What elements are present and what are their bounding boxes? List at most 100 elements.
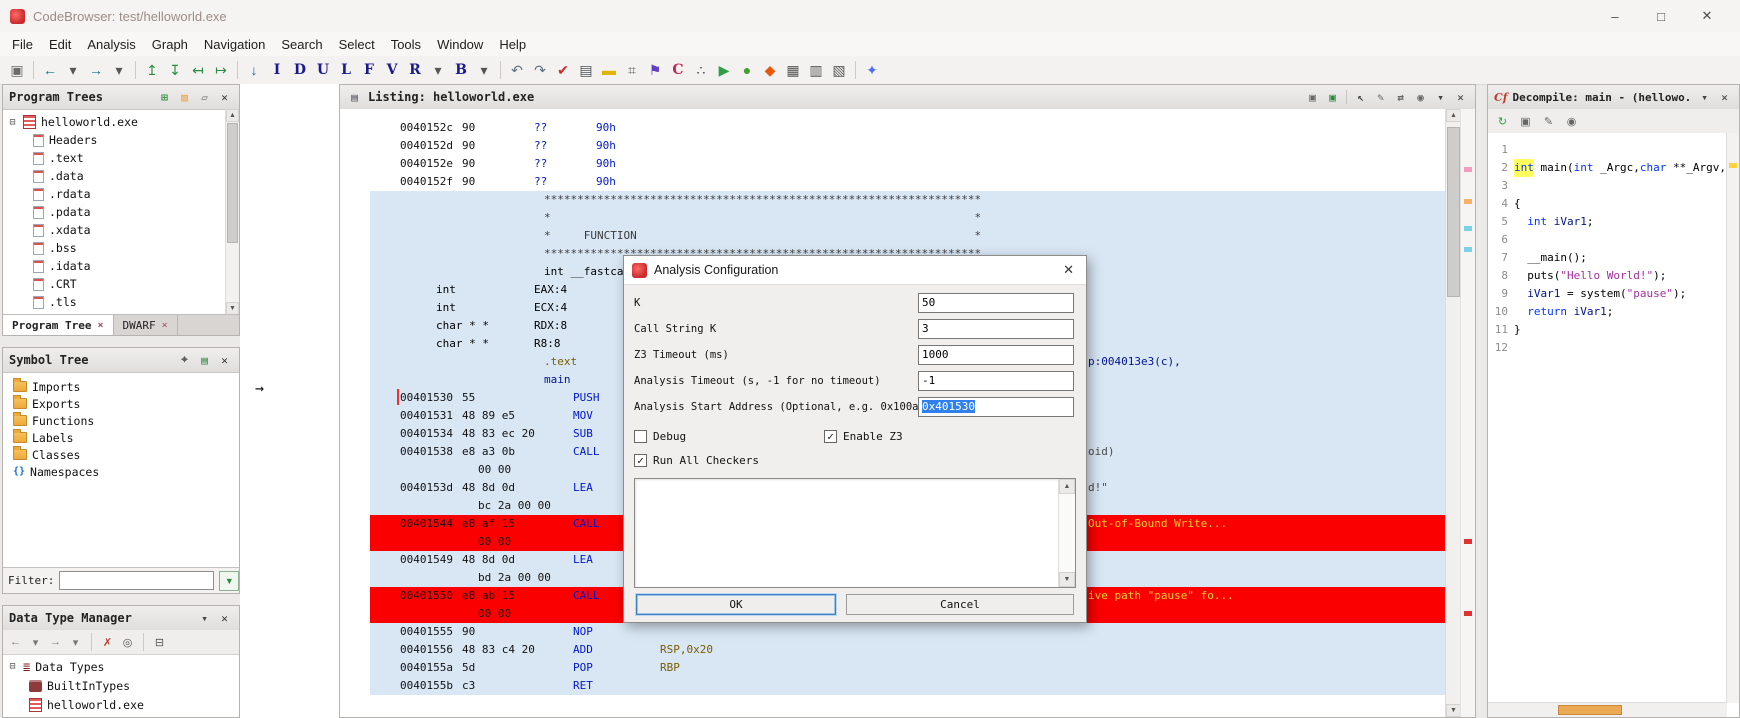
letter-U-icon[interactable]: U	[312, 59, 334, 81]
checkbox-icon[interactable]: ✓	[824, 429, 837, 443]
code-line[interactable]: 5 int iVar1;	[1488, 213, 1727, 231]
menu-help[interactable]: Help	[491, 34, 534, 55]
dtm-item-clipped[interactable]	[3, 714, 239, 717]
scroll-thumb[interactable]	[1558, 705, 1622, 715]
clear-code-icon[interactable]: C	[667, 59, 689, 81]
letter-D-icon[interactable]: D	[289, 59, 311, 81]
symbol-tree-item-imports[interactable]: Imports	[3, 378, 239, 395]
symbol-tree-item-namespaces[interactable]: {} Namespaces	[3, 463, 239, 480]
dtm-item-helloworld-exe[interactable]: helloworld.exe	[3, 695, 239, 714]
close-icon[interactable]: ✕	[216, 352, 233, 369]
header-menu-icon[interactable]: ▾	[196, 610, 213, 627]
scroll-down-icon[interactable]: ▼	[1446, 704, 1461, 717]
emulator-icon[interactable]: ●	[736, 59, 758, 81]
checkbox-icon[interactable]: ✓	[634, 453, 647, 467]
code-line[interactable]: 1	[1488, 141, 1727, 159]
dtm-item-builtintypes[interactable]: BuiltInTypes	[3, 676, 239, 695]
menu-analysis[interactable]: Analysis	[79, 34, 143, 55]
menu-select[interactable]: Select	[331, 34, 383, 55]
close-button[interactable]: ✕	[1684, 0, 1730, 32]
listing-row-0040152f[interactable]: 0040152f 90?? 90h	[370, 173, 1448, 191]
checker-icon[interactable]: ◆	[759, 59, 781, 81]
tree-node-CRT[interactable]: .CRT	[3, 275, 226, 293]
listing-row-0040152d[interactable]: 0040152d 90?? 90h	[370, 137, 1448, 155]
open-tree-icon[interactable]: ▨	[176, 89, 193, 106]
collapse-toggle-icon[interactable]: ⊟	[7, 661, 18, 672]
menu-window[interactable]: Window	[429, 34, 491, 55]
code-line[interactable]: 10 return iVar1;	[1488, 303, 1727, 321]
validate-icon[interactable]: ✔	[552, 59, 574, 81]
code-line[interactable]: 3	[1488, 177, 1727, 195]
back-dropdown-icon[interactable]: ▾	[27, 634, 44, 651]
edit-fields-icon[interactable]: ✎	[1372, 89, 1389, 106]
dialog-close-icon[interactable]: ✕	[1059, 262, 1078, 278]
code-line[interactable]: 7 __main ();	[1488, 249, 1727, 267]
scroll-thumb[interactable]	[227, 123, 238, 243]
bookmark-icon[interactable]: ⚑	[644, 59, 666, 81]
cancel-button[interactable]: Cancel	[846, 594, 1074, 615]
detach-icon[interactable]: ▤	[196, 352, 213, 369]
note-icon[interactable]: ▬	[598, 59, 620, 81]
close-icon[interactable]: ✕	[1716, 89, 1733, 106]
program-tree-scrollbar[interactable]: ▲ ▼	[225, 109, 239, 315]
dialog-title-bar[interactable]: Analysis Configuration ✕	[624, 256, 1086, 285]
snapshot-icon[interactable]: ◉	[1563, 113, 1580, 130]
back-icon[interactable]: ←	[39, 59, 61, 81]
code-line[interactable]: 11}	[1488, 321, 1727, 339]
copy-icon[interactable]: ▣	[1517, 113, 1534, 130]
enable-z3-checkbox[interactable]: ✓ Enable Z3	[824, 428, 903, 444]
code-line[interactable]: 2int main(int _Argc,char **_Argv,c	[1488, 159, 1727, 177]
tree-node-text[interactable]: .text	[3, 149, 226, 167]
tree-node-rdata[interactable]: .rdata	[3, 185, 226, 203]
forward-dropdown-icon[interactable]: ▾	[67, 634, 84, 651]
filter-options-button[interactable]: ▼	[219, 570, 240, 591]
decompile-code[interactable]: 12int main(int _Argc,char **_Argv,c34{5 …	[1488, 133, 1727, 703]
tree-node-idata[interactable]: .idata	[3, 257, 226, 275]
new-tree-icon[interactable]: ⊞	[156, 89, 173, 106]
tree-node-xdata[interactable]: .xdata	[3, 221, 226, 239]
detach-icon[interactable]: ▱	[196, 89, 213, 106]
memory-map-icon[interactable]: ▥	[805, 59, 827, 81]
symbol-tree-item-functions[interactable]: Functions	[3, 412, 239, 429]
find-datatype-icon[interactable]: ◎	[119, 634, 136, 651]
bytes-table-icon[interactable]: ▤	[575, 59, 597, 81]
collapse-toggle-icon[interactable]: ⊟	[7, 117, 18, 128]
k-field[interactable]: 50	[918, 293, 1074, 313]
back-dropdown-icon[interactable]: ▾	[62, 59, 84, 81]
menu-graph[interactable]: Graph	[144, 34, 196, 55]
letter-B-dropdown-icon[interactable]: ▾	[473, 59, 495, 81]
analysis-timeout-field[interactable]: -1	[918, 371, 1074, 391]
scroll-up-icon[interactable]: ▲	[1446, 109, 1461, 122]
key-icon[interactable]: ✦	[861, 59, 883, 81]
run-script-icon[interactable]: ▶	[713, 59, 735, 81]
listing-row-0040155a[interactable]: 0040155a 5d POP RBP	[370, 659, 1448, 677]
code-line[interactable]: 12	[1488, 339, 1727, 357]
minimize-button[interactable]: –	[1592, 0, 1638, 32]
letter-R-icon[interactable]: R	[404, 59, 426, 81]
goto-symbol-icon[interactable]: ⌖	[176, 352, 193, 369]
refresh-icon[interactable]: ↻	[1494, 113, 1511, 130]
start-address-field[interactable]: 0x401530	[918, 397, 1074, 417]
tree-node-data[interactable]: .data	[3, 167, 226, 185]
tab-close-icon[interactable]: ×	[97, 320, 103, 331]
forward-icon[interactable]: →	[47, 634, 64, 651]
listing-row[interactable]: ****************************************…	[370, 191, 1448, 209]
code-line[interactable]: 8 puts("Hello World!");	[1488, 267, 1727, 285]
tab-close-icon[interactable]: ×	[162, 320, 168, 331]
function-graph-icon[interactable]: ∴	[690, 59, 712, 81]
tree-node-tls[interactable]: .tls	[3, 293, 226, 311]
go-down-icon[interactable]: ↓	[243, 59, 265, 81]
letter-B-icon[interactable]: B	[450, 59, 472, 81]
tree-node-pdata[interactable]: .pdata	[3, 203, 226, 221]
maximize-button[interactable]: □	[1638, 0, 1684, 32]
menu-navigation[interactable]: Navigation	[196, 34, 273, 55]
list-scrollbar[interactable]: ▲ ▼	[1058, 479, 1075, 587]
letter-F-icon[interactable]: F	[358, 59, 380, 81]
listing-row-00401555[interactable]: 00401555 90 NOP	[370, 623, 1448, 641]
menu-edit[interactable]: Edit	[41, 34, 79, 55]
checker-output-list[interactable]: ▲ ▼	[634, 478, 1076, 588]
back-icon[interactable]: ←	[7, 634, 24, 651]
table-icon[interactable]: ▦	[782, 59, 804, 81]
code-line[interactable]: 6	[1488, 231, 1727, 249]
close-icon[interactable]: ✕	[216, 610, 233, 627]
